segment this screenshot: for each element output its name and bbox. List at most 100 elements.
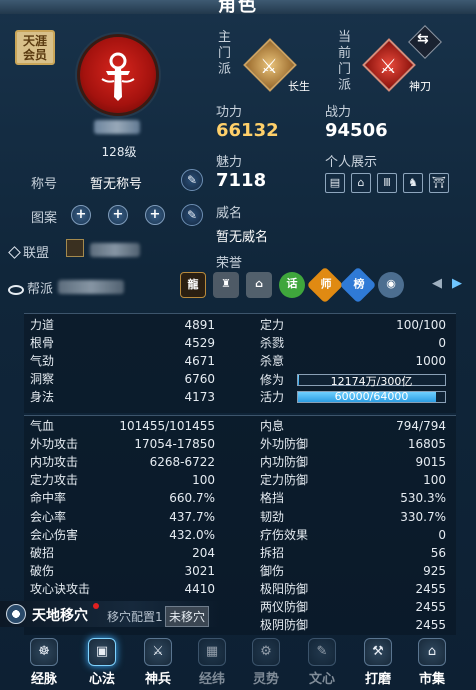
- edit-title-button[interactable]: ✎: [181, 169, 203, 191]
- globe-badge-icon[interactable]: ◉: [378, 272, 404, 298]
- add-pattern-button-3[interactable]: +: [145, 205, 165, 225]
- nav-warp-weft[interactable]: ▦ 经纬: [190, 638, 234, 688]
- house-icon[interactable]: ⌂: [351, 173, 371, 193]
- literary-heart-icon: ✎: [308, 638, 336, 666]
- charm-value: 7118: [216, 170, 267, 191]
- stat-inner-breath-label: 内息: [260, 419, 285, 433]
- acupoint-config[interactable]: 移穴配置1: [107, 608, 163, 625]
- dragon-badge-icon[interactable]: 龍: [180, 272, 206, 298]
- edit-pattern-button[interactable]: ✎: [181, 204, 203, 226]
- honor-prev-arrow-icon[interactable]: ◀: [432, 276, 442, 291]
- add-pattern-button-2[interactable]: +: [108, 205, 128, 225]
- alliance-label: 联盟: [23, 246, 50, 261]
- combat-power-label: 战力: [325, 105, 352, 120]
- stat-mind-attack-label: 攻心诀攻击: [30, 581, 91, 596]
- polish-icon: ⚒: [364, 638, 392, 666]
- main-school-label: 主门派: [218, 30, 232, 77]
- stat-wound-resist-value: 925: [423, 563, 446, 578]
- stat-focus-defense-value: 100: [423, 473, 446, 488]
- stat-break-wound-label: 破伤: [30, 563, 55, 578]
- main-school-emblem[interactable]: ⚔: [243, 38, 297, 92]
- nav-divine-weapon-label: 神兵: [144, 672, 171, 687]
- stat-slaughter-value: 0: [438, 336, 446, 351]
- stat-strength-value: 4891: [184, 318, 215, 332]
- ranking-badge-icon[interactable]: 榜: [339, 266, 377, 304]
- stat-hit-rate-value: 660.7%: [169, 491, 215, 506]
- diamond-icon: [8, 246, 21, 259]
- id-card-icon[interactable]: ▤: [325, 173, 345, 193]
- stat-focus-label: 定力: [260, 318, 285, 332]
- stat-slaughter-label: 杀戮: [260, 336, 285, 351]
- blade-icon: ⚔: [379, 54, 397, 78]
- showcase-label: 个人展示: [325, 155, 378, 170]
- vitality-bar: 60000/64000: [297, 390, 446, 403]
- building-icon[interactable]: Ⅲ: [377, 173, 397, 193]
- nav-mind-method[interactable]: ▣ 心法: [80, 638, 124, 688]
- mind-method-icon: ▣: [88, 638, 116, 666]
- nav-market-label: 市集: [418, 672, 445, 687]
- ranking-badge-text: 榜: [353, 277, 365, 291]
- nav-mind-method-label: 心法: [88, 672, 115, 687]
- stat-crit-damage-value: 432.0%: [169, 527, 215, 542]
- fame-label: 威名: [216, 206, 243, 221]
- stat-external-attack-value: 17054-17850: [134, 437, 215, 452]
- taiji-icon: [6, 604, 26, 624]
- nav-warp-weft-label: 经纬: [198, 672, 225, 687]
- stat-kill-intent-label: 杀意: [260, 354, 285, 369]
- blade-emblem-icon: [101, 52, 135, 101]
- stat-crit-damage-label: 会心伤害: [30, 527, 79, 542]
- vip-badge[interactable]: 天涯会员: [15, 30, 55, 65]
- stat-block-value: 530.3%: [400, 491, 446, 506]
- character-name-blurred: [94, 120, 140, 134]
- nav-market[interactable]: ⌂ 市集: [410, 638, 454, 688]
- title-label: 称号: [31, 177, 58, 192]
- master-badge-text: 师: [320, 277, 332, 291]
- master-badge-icon[interactable]: 师: [306, 266, 344, 304]
- shrine-badge-icon[interactable]: ⌂: [246, 272, 272, 298]
- add-pattern-button-1[interactable]: +: [71, 205, 91, 225]
- guild-row: 帮派: [8, 278, 53, 297]
- stat-duality-defense-label: 两仪防御: [260, 600, 309, 614]
- stat-healing-effect-value: 0: [438, 527, 446, 542]
- character-level: 128级: [101, 145, 137, 159]
- stat-yang-defense-value: 2455: [415, 581, 446, 596]
- vip-badge-text: 天涯会员: [23, 34, 48, 62]
- stat-focus-attack-value: 100: [192, 473, 215, 488]
- stat-wound-resist-label: 御伤: [260, 563, 285, 578]
- character-portrait[interactable]: [80, 37, 156, 113]
- chat-badge-icon[interactable]: 话: [279, 272, 305, 298]
- nav-spirit-force[interactable]: ⚙ 灵势: [244, 638, 288, 688]
- nav-literary-heart[interactable]: ✎ 文心: [300, 638, 344, 688]
- stat-external-defense-value: 16805: [407, 437, 446, 452]
- stat-agility-label: 身法: [30, 390, 55, 405]
- cultivation-label: 修为: [260, 373, 285, 387]
- stat-constitution-value: 4529: [184, 336, 215, 351]
- title-value: 暂无称号: [90, 177, 143, 192]
- divine-weapon-icon: ⚔: [144, 638, 172, 666]
- nav-meridian[interactable]: ☸ 经脉: [22, 638, 66, 688]
- meridian-icon: ☸: [30, 638, 58, 666]
- nav-spirit-force-label: 灵势: [252, 672, 279, 687]
- gate-icon[interactable]: ⛩: [429, 173, 449, 193]
- helmet-badge-icon[interactable]: ♜: [213, 272, 239, 298]
- showcase-icons: ▤ ⌂ Ⅲ ♞ ⛩: [325, 173, 449, 193]
- acupoint-title[interactable]: 天地移穴: [32, 605, 88, 625]
- current-school-label: 当前门派: [338, 30, 352, 93]
- mount-icon[interactable]: ♞: [403, 173, 423, 193]
- guild-name-blurred: [58, 280, 124, 294]
- stat-focus-attack-label: 定力攻击: [30, 473, 79, 488]
- sword-icon: ⚔: [260, 54, 278, 78]
- honor-next-arrow-icon[interactable]: ▶: [452, 276, 462, 291]
- stat-insight-label: 洞察: [30, 372, 55, 387]
- stat-yin-defense-value: 2455: [415, 618, 446, 633]
- nav-divine-weapon[interactable]: ⚔ 神兵: [136, 638, 180, 688]
- nav-polish[interactable]: ⚒ 打磨: [356, 638, 400, 688]
- cultivation-bar: 12174万/300亿: [297, 374, 446, 388]
- current-school-emblem[interactable]: ⚔: [362, 38, 416, 92]
- stat-agility-value: 4173: [184, 390, 215, 405]
- stat-internal-defense-label: 内功防御: [260, 455, 309, 470]
- stat-external-attack-label: 外功攻击: [30, 437, 79, 452]
- honor-badges: 龍 ♜ ⌂ 话 师 榜 ◉: [180, 266, 404, 304]
- stat-strength-label: 力道: [30, 318, 55, 332]
- eye-icon: [8, 284, 24, 295]
